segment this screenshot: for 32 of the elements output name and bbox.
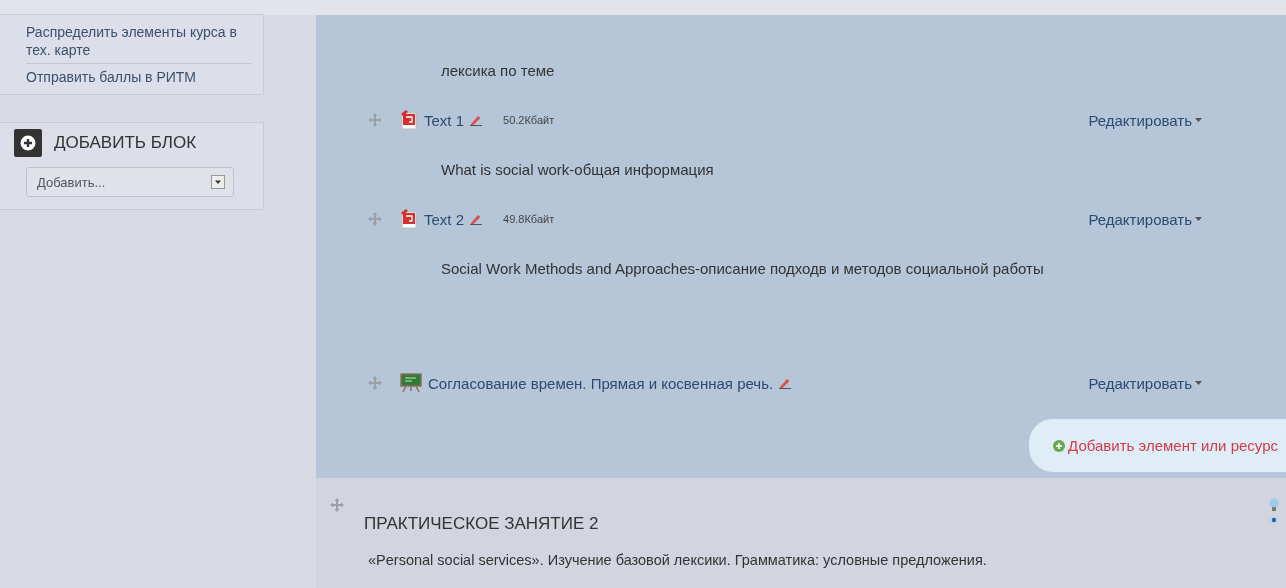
add-block-title: ДОБАВИТЬ БЛОК (54, 133, 197, 153)
pencil-icon[interactable] (779, 377, 793, 389)
plus-circle-icon (1053, 439, 1066, 452)
activity-description: Social Work Methods and Approaches-описание подходв и методов социальной работы (440, 259, 1045, 279)
section-title: ПРАКТИЧЕСКОЕ ЗАНЯТИЕ 2 (364, 514, 599, 534)
pdf-file-icon (400, 209, 418, 229)
caret-icon (1195, 118, 1202, 122)
file-size: 49.8Кбайт (503, 213, 555, 225)
caret-icon (1195, 217, 1202, 221)
pdf-file-icon (400, 110, 418, 130)
add-block-select[interactable]: Добавить... (26, 167, 234, 197)
move-icon[interactable] (330, 498, 344, 512)
edit-menu-link[interactable]: Редактировать (1088, 210, 1202, 228)
edit-menu-link[interactable]: Редактировать (1088, 111, 1202, 129)
activity-link[interactable]: Text 2 (424, 210, 465, 228)
add-activity-button[interactable]: Добавить элемент или ресурс (1029, 419, 1286, 472)
eye-icon[interactable] (1268, 516, 1280, 524)
blackboard-icon (400, 373, 422, 393)
file-size: 50.2Кбайт (503, 114, 555, 126)
activity-description: лексика по теме (440, 61, 556, 81)
pencil-icon[interactable] (470, 114, 484, 126)
sidebar-link[interactable]: Распределить элементы курса в тех. карте (26, 19, 251, 63)
lightbulb-icon[interactable] (1269, 498, 1279, 512)
caret-icon (1195, 381, 1202, 385)
pencil-icon[interactable] (470, 213, 484, 225)
activity-description: What is social work-общая информация (440, 160, 715, 180)
activity-link[interactable]: Text 1 (424, 111, 465, 129)
activity-link[interactable]: Согласование времен. Прямая и косвенная речь. (428, 374, 774, 392)
sidebar-link[interactable]: Отправить баллы в РИТМ (26, 63, 251, 90)
section-summary: «Personal social services». Изучение базовой лексики. Грамматика: условные предложения. (367, 551, 988, 568)
edit-menu-link[interactable]: Редактировать (1088, 374, 1202, 392)
dropdown-icon (211, 175, 225, 189)
